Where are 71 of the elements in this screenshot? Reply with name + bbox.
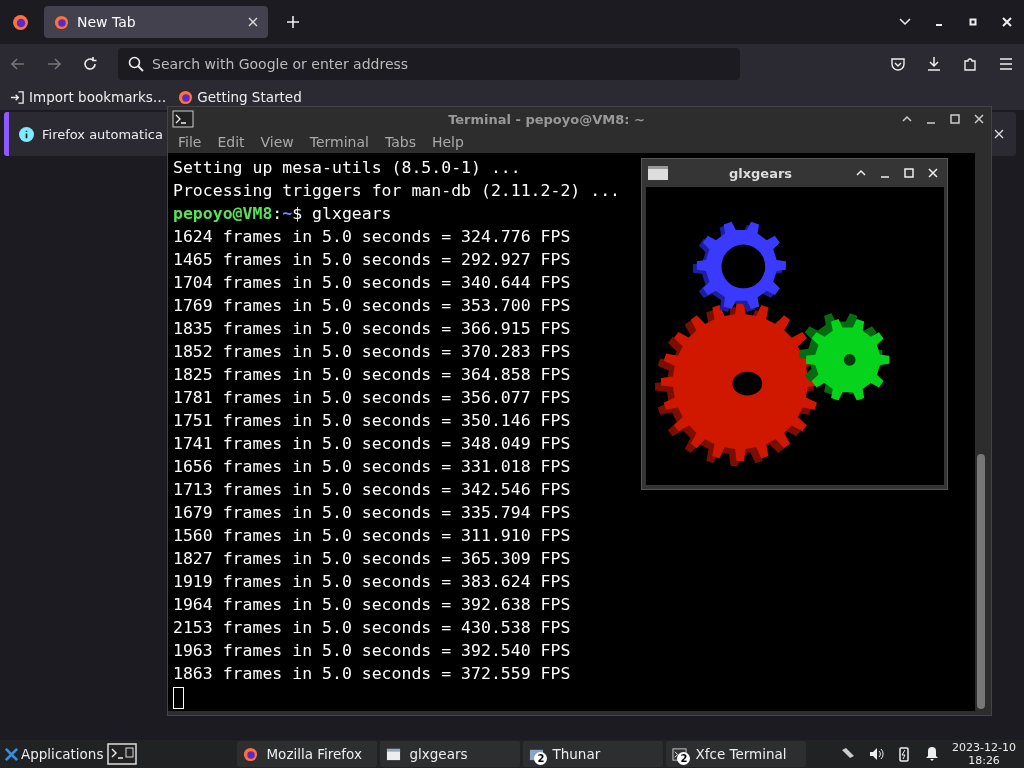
download-icon[interactable] xyxy=(926,56,942,72)
terminal-line: 1465 frames in 5.0 seconds = 292.927 FPS xyxy=(173,249,571,271)
terminal-line: 1679 frames in 5.0 seconds = 335.794 FPS xyxy=(173,502,571,524)
close-icon[interactable] xyxy=(927,167,939,179)
terminal-icon xyxy=(172,110,194,129)
terminal-line: 1852 frames in 5.0 seconds = 370.283 FPS xyxy=(173,341,571,363)
xfce-icon xyxy=(4,746,19,762)
firefox-icon xyxy=(243,746,259,762)
terminal-line: 1781 frames in 5.0 seconds = 356.077 FPS xyxy=(173,387,571,409)
forward-icon[interactable] xyxy=(46,56,62,72)
menu-icon[interactable] xyxy=(998,56,1014,72)
terminal-line: 1964 frames in 5.0 seconds = 392.638 FPS xyxy=(173,594,571,616)
terminal-line: 2153 frames in 5.0 seconds = 430.538 FPS xyxy=(173,617,571,639)
maximize-icon[interactable] xyxy=(903,167,915,179)
menu-item[interactable]: Edit xyxy=(217,134,245,151)
terminal-icon[interactable] xyxy=(107,743,138,765)
terminal-line: 1835 frames in 5.0 seconds = 366.915 FPS xyxy=(173,318,571,340)
terminal-line: 1751 frames in 5.0 seconds = 350.146 FPS xyxy=(173,410,571,432)
bookmark-item[interactable]: Getting Started xyxy=(178,89,302,105)
menu-item[interactable]: Tabs xyxy=(384,134,416,151)
terminal-line: 1863 frames in 5.0 seconds = 372.559 FPS xyxy=(173,663,571,685)
import-icon xyxy=(10,89,25,105)
menu-item[interactable]: File xyxy=(178,134,202,151)
menu-item[interactable]: View xyxy=(260,134,294,151)
terminal-line: Setting up mesa-utils (8.5.0-1) ... xyxy=(173,157,521,179)
terminal-line: 1704 frames in 5.0 seconds = 340.644 FPS xyxy=(173,272,571,294)
close-icon[interactable] xyxy=(1000,15,1014,29)
terminal-line: 1656 frames in 5.0 seconds = 331.018 FPS xyxy=(173,456,571,478)
taskbar-item[interactable]: 2 Thunar xyxy=(523,741,664,767)
notification-text: Firefox automatica xyxy=(42,126,163,142)
terminal-line: 1560 frames in 5.0 seconds = 311.910 FPS xyxy=(173,525,571,547)
terminal-line: 1769 frames in 5.0 seconds = 353.700 FPS xyxy=(173,295,571,317)
close-icon[interactable] xyxy=(994,129,1004,139)
browser-tab[interactable]: New Tab xyxy=(44,6,268,38)
new-tab-icon[interactable] xyxy=(286,15,300,29)
clock[interactable]: 2023-12-10 18:26 xyxy=(952,741,1016,767)
taskbar-item[interactable]: 2 Xfce Terminal xyxy=(666,741,807,767)
terminal-line: 1827 frames in 5.0 seconds = 365.309 FPS xyxy=(173,548,571,570)
pocket-icon[interactable] xyxy=(890,56,906,72)
close-icon[interactable] xyxy=(973,113,985,126)
terminal-prompt: pepoyo@VM8:~$ glxgears xyxy=(173,203,392,225)
volume-icon[interactable] xyxy=(868,746,885,762)
terminal-line: 1624 frames in 5.0 seconds = 324.776 FPS xyxy=(173,226,571,248)
info-icon xyxy=(19,126,34,142)
terminal-line: 1919 frames in 5.0 seconds = 383.624 FPS xyxy=(173,571,571,593)
taskbar-item[interactable]: Mozilla Firefox xyxy=(237,741,378,767)
window-icon xyxy=(648,166,668,180)
window-title: Terminal - pepoyo@VM8: ~ xyxy=(447,111,646,127)
search-icon xyxy=(128,56,144,72)
address-field[interactable]: Search with Google or enter address xyxy=(118,48,740,80)
bookmark-item[interactable]: Import bookmarks… xyxy=(10,89,167,105)
maximize-icon[interactable] xyxy=(949,113,961,126)
firefox-icon xyxy=(54,14,69,30)
terminal-line: 1825 frames in 5.0 seconds = 364.858 FPS xyxy=(173,364,571,386)
terminal-line: 1713 frames in 5.0 seconds = 342.546 FPS xyxy=(173,479,571,501)
firefox-icon[interactable] xyxy=(12,13,29,31)
taskbar-item[interactable]: glxgears xyxy=(380,741,521,767)
text-cursor xyxy=(173,686,184,709)
reload-icon[interactable] xyxy=(82,56,98,72)
terminal-line: 1741 frames in 5.0 seconds = 348.049 FPS xyxy=(173,433,571,455)
menu-item[interactable]: Terminal xyxy=(309,134,369,151)
menu-item[interactable]: Help xyxy=(431,134,464,151)
bell-icon[interactable] xyxy=(924,746,941,762)
applications-menu[interactable]: Applications xyxy=(0,740,108,768)
back-icon[interactable] xyxy=(10,56,26,72)
terminal-line: 1963 frames in 5.0 seconds = 392.540 FPS xyxy=(173,640,571,662)
terminal-line: Processing triggers for man-db (2.11.2-2) ... xyxy=(173,180,621,202)
firefox-icon xyxy=(178,89,194,105)
window-icon xyxy=(386,746,402,762)
window-title: glxgears xyxy=(727,165,794,181)
close-icon[interactable] xyxy=(248,17,258,27)
